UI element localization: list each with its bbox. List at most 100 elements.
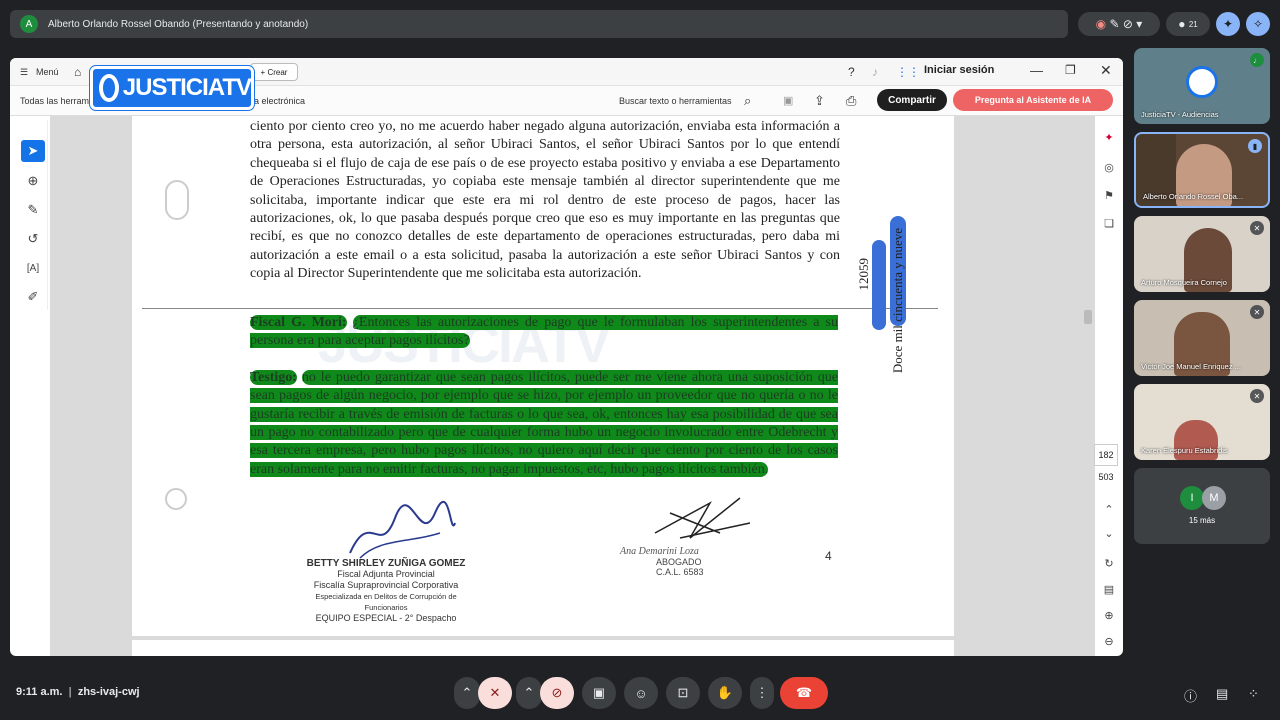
page-up-icon[interactable]: ⌃ (1100, 500, 1118, 518)
camera-toggle-button[interactable]: ⊘ (540, 677, 574, 709)
select-tool-icon[interactable]: ➤ (21, 140, 45, 162)
ai-assistant-button[interactable]: Pregunta al Asistente de IA (953, 89, 1113, 111)
signature-scribble-2 (654, 497, 751, 539)
page-divider (142, 308, 938, 309)
end-call-button[interactable]: ☎ (780, 677, 828, 709)
search-tools-input[interactable]: Buscar texto o herramientas (619, 96, 732, 106)
justiciatv-logo: JUSTICIATV (90, 66, 254, 110)
camera-off-icon: ⊘ (551, 685, 563, 700)
apps-grid-icon[interactable]: ⋮⋮ (896, 65, 920, 79)
home-icon[interactable]: ⌂ (74, 65, 81, 79)
chat-icon[interactable]: ▤ (1216, 686, 1228, 702)
mic-toggle-button[interactable]: ✕ (478, 677, 512, 709)
participant-name: Arturo Mosqueira Cornejo (1141, 278, 1227, 287)
raise-hand-button[interactable]: ✋ (708, 677, 742, 709)
hand-icon: ✋ (716, 685, 734, 700)
more-options-button[interactable]: ⋮ (750, 677, 774, 709)
fiscal-label: Fiscal G. Mori: (250, 315, 347, 330)
stop-present-icon: ⊘ (1122, 17, 1133, 31)
ai-sidebar-icon[interactable]: ✦ (1100, 128, 1118, 146)
scrollbar-thumb[interactable] (1084, 310, 1092, 324)
zoom-in-icon[interactable]: ⊕ (1100, 606, 1118, 624)
mic-off-icon: ✕ (1250, 389, 1264, 403)
testigo-label: Testigo: (250, 369, 297, 385)
hamburger-icon[interactable]: ☰ (20, 67, 28, 78)
video-options-button[interactable]: ⌃ (516, 677, 542, 709)
print-icon[interactable]: ⎙ (846, 93, 856, 109)
comment-sidebar-icon[interactable]: ◎ (1100, 158, 1118, 176)
signin-button[interactable]: Iniciar sesión (924, 64, 994, 76)
activities-icon[interactable]: ⁘ (1248, 686, 1259, 702)
comment-tool-icon[interactable]: ⊕ (21, 170, 45, 192)
presentation-controls[interactable]: ◉ ✎ ⊘ ▾ (1078, 12, 1160, 36)
participant-tile[interactable]: ✕ Arturo Mosqueira Cornejo (1134, 216, 1270, 292)
current-page-input[interactable]: 182 (1094, 444, 1118, 466)
vertical-scrollbar[interactable] (1083, 120, 1093, 652)
total-pages: 503 (1098, 472, 1114, 482)
rotate-icon[interactable]: ↻ (1100, 554, 1118, 572)
signer1-line3: Especializada en Delitos de Corrupción d… (315, 592, 457, 612)
testigo-answer: Testigo: no le puedo garantizar que sean… (250, 369, 839, 479)
close-icon[interactable]: ✕ (1100, 62, 1112, 79)
folio-words: Doce mil cincuenta y nueve (890, 228, 905, 374)
info-icon[interactable]: ⓘ (1184, 686, 1197, 705)
logo-ring-icon (99, 74, 119, 102)
participant-initial-avatar: M (1202, 486, 1226, 510)
minimize-icon[interactable]: — (1030, 63, 1043, 78)
upload-icon[interactable]: ⇪ (814, 93, 825, 109)
bell-icon[interactable]: ♪ (872, 65, 878, 79)
restore-icon[interactable]: ❐ (1065, 63, 1076, 77)
stamp-tool-icon[interactable]: ✐ (21, 286, 45, 308)
participant-initial-avatar: I (1180, 486, 1204, 510)
document-qa: Fiscal G. Mori: ¿Entonces las autorizaci… (250, 314, 839, 479)
participant-tile[interactable]: ▮ Alberto Orlando Rossel Oba... (1134, 132, 1270, 208)
participant-tile[interactable]: ✕ Karen Elespuru Estabridis (1134, 384, 1270, 460)
gemini-icon: ✧ (1252, 17, 1264, 31)
fit-page-icon[interactable]: ▤ (1100, 580, 1118, 598)
signer1-name: BETTY SHIRLEY ZUÑIGA GOMEZ (306, 558, 466, 569)
speaking-icon: ▮ (1248, 139, 1262, 153)
captions-button[interactable]: ⊡ (666, 677, 700, 709)
meeting-time: 9:11 a.m. (16, 686, 63, 698)
logo-text: JUSTICIATV (122, 74, 252, 101)
participant-name: Karen Elespuru Estabridis (1141, 446, 1228, 455)
signer1-line2: Fiscalía Supraprovincial Corporativa (313, 580, 459, 590)
all-tools-tab[interactable]: Todas las herram (20, 96, 89, 106)
edit-icon: ✎ (1109, 17, 1120, 31)
people-icon: ● (1178, 17, 1186, 31)
participant-tile[interactable]: ✕ Victor Joe Manuel Enriquez ... (1134, 300, 1270, 376)
save-icon[interactable]: ▣ (783, 94, 793, 107)
mic-off-icon: ✕ (1250, 221, 1264, 235)
text-tool-icon[interactable]: [A] (21, 257, 45, 279)
effects-button[interactable]: ✦ (1216, 12, 1240, 36)
pages-sidebar-icon[interactable]: ❏ (1100, 214, 1118, 232)
share-button[interactable]: Compartir (877, 89, 947, 111)
chevron-up-icon: ⌃ (461, 685, 473, 700)
chevron-down-icon: ▾ (1136, 17, 1143, 31)
reactions-button[interactable]: ☺ (624, 677, 658, 709)
draw-tool-icon[interactable]: ↺ (21, 228, 45, 250)
firma-tab[interactable]: a electrónica (254, 96, 305, 106)
presenter-label: Alberto Orlando Rossel Obando (Presentan… (48, 18, 309, 30)
captions-icon: ⊡ (677, 685, 689, 700)
participant-tile[interactable]: ♩ JusticiaTV - Audiencias (1134, 48, 1270, 124)
participants-button[interactable]: ● 21 (1166, 12, 1210, 36)
crear-button[interactable]: + Crear (250, 63, 298, 81)
mic-off-icon: ✕ (1250, 305, 1264, 319)
more-vert-icon: ⋮ (755, 685, 769, 700)
mic-off-icon: ✕ (489, 685, 501, 700)
fiscal-question: Fiscal G. Mori: ¿Entonces las autorizaci… (250, 314, 839, 351)
gemini-button[interactable]: ✧ (1246, 12, 1270, 36)
presentation-banner: A Alberto Orlando Rossel Obando (Present… (10, 10, 1068, 38)
more-participants-tile[interactable]: I M 15 más (1134, 468, 1270, 544)
help-icon[interactable]: ? (848, 65, 855, 79)
record-icon: ◉ (1095, 17, 1107, 31)
zoom-out-icon[interactable]: ⊖ (1100, 632, 1118, 650)
page-down-icon[interactable]: ⌄ (1100, 524, 1118, 542)
audio-options-button[interactable]: ⌃ (454, 677, 480, 709)
menu-button[interactable]: Menú (36, 67, 59, 77)
pen-tool-icon[interactable]: ✎ (21, 199, 45, 221)
bookmark-sidebar-icon[interactable]: ⚑ (1100, 186, 1118, 204)
present-button[interactable]: ▣ (582, 677, 616, 709)
search-icon[interactable]: ⌕ (744, 93, 751, 109)
